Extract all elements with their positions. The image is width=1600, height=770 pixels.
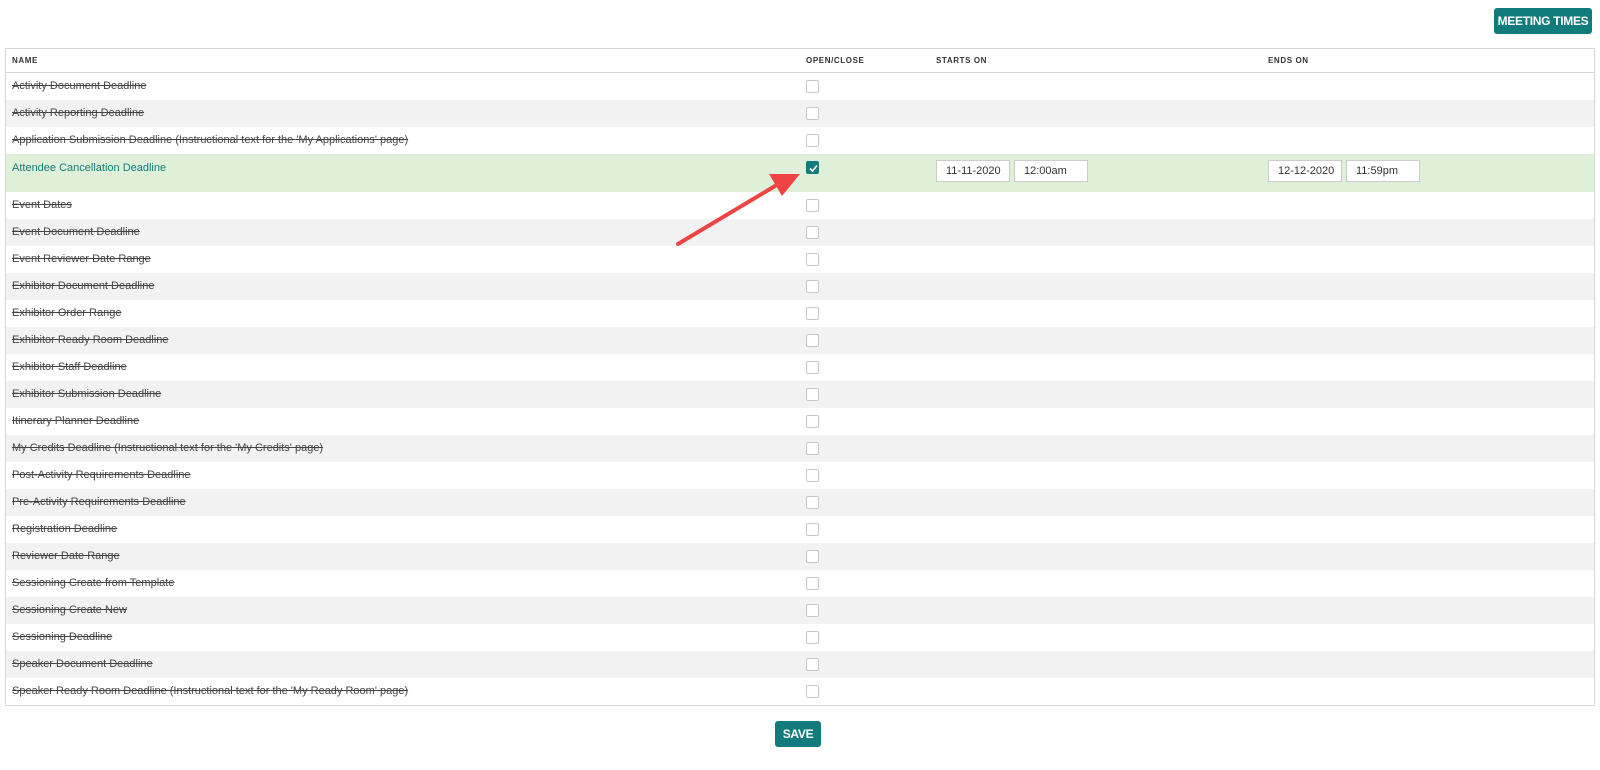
deadline-name: Speaker Ready Room Deadline (Instruction… [12, 685, 409, 697]
open-close-checkbox[interactable] [806, 685, 819, 698]
end-time-input[interactable]: 11:59pm [1346, 160, 1420, 182]
open-close-checkbox[interactable] [806, 658, 819, 671]
table-row: Sessioning Create New [6, 597, 1594, 624]
deadline-name: Exhibitor Staff Deadline [12, 361, 127, 373]
deadline-name: Sessioning Create from Template [12, 577, 175, 589]
column-header-starts-on: STARTS ON [936, 56, 988, 65]
table-row: Registration Deadline [6, 516, 1594, 543]
table-row: Application Submission Deadline (Instruc… [6, 127, 1594, 154]
column-header-name: NAME [12, 56, 38, 65]
deadline-name: Exhibitor Order Range [12, 307, 122, 319]
column-header-open-close: OPEN/CLOSE [806, 56, 865, 65]
open-close-checkbox[interactable] [806, 550, 819, 563]
deadline-name: Exhibitor Ready Room Deadline [12, 334, 169, 346]
deadline-name: Pre-Activity Requirements Deadline [12, 496, 186, 508]
deadline-name: Post-Activity Requirements Deadline [12, 469, 191, 481]
deadline-name: Speaker Document Deadline [12, 658, 153, 670]
open-close-checkbox[interactable] [806, 80, 819, 93]
deadlines-table: NAME OPEN/CLOSE STARTS ON ENDS ON Activi… [5, 48, 1595, 706]
table-row: Speaker Document Deadline [6, 651, 1594, 678]
start-time-input[interactable]: 12:00am [1014, 160, 1088, 182]
table-row: Event Reviewer Date Range [6, 246, 1594, 273]
open-close-checkbox[interactable] [806, 631, 819, 644]
deadline-name: Registration Deadline [12, 523, 118, 535]
deadline-name: Event Reviewer Date Range [12, 253, 151, 265]
deadline-name: Application Submission Deadline (Instruc… [12, 134, 409, 146]
deadline-name: Activity Reporting Deadline [12, 107, 145, 119]
table-row: My Credits Deadline (Instructional text … [6, 435, 1594, 462]
deadline-name: Sessioning Deadline [12, 631, 113, 643]
open-close-checkbox[interactable] [806, 107, 819, 120]
open-close-checkbox[interactable] [806, 577, 819, 590]
open-close-checkbox[interactable] [806, 134, 819, 147]
open-close-checkbox[interactable] [806, 307, 819, 320]
deadline-name: Event Document Deadline [12, 226, 140, 238]
open-close-checkbox[interactable] [806, 442, 819, 455]
open-close-checkbox[interactable] [806, 280, 819, 293]
table-row: Exhibitor Staff Deadline [6, 354, 1594, 381]
table-row: Pre-Activity Requirements Deadline [6, 489, 1594, 516]
open-close-checkbox[interactable] [806, 415, 819, 428]
annotation-arrow-icon [676, 174, 800, 246]
table-row: Activity Reporting Deadline [6, 100, 1594, 127]
deadline-name: Itinerary Planner Deadline [12, 415, 140, 427]
deadline-name: My Credits Deadline (Instructional text … [12, 442, 324, 454]
open-close-checkbox[interactable] [806, 523, 819, 536]
deadline-name: Activity Document Deadline [12, 80, 147, 92]
deadline-name: Event Dates [12, 199, 72, 211]
table-row: Speaker Ready Room Deadline (Instruction… [6, 678, 1594, 705]
table-row: Sessioning Create from Template [6, 570, 1594, 597]
table-row: Post-Activity Requirements Deadline [6, 462, 1594, 489]
open-close-checkbox[interactable] [806, 469, 819, 482]
open-close-checkbox[interactable] [806, 604, 819, 617]
table-row: Exhibitor Submission Deadline [6, 381, 1594, 408]
deadline-name: Exhibitor Document Deadline [12, 280, 155, 292]
table-row: Exhibitor Order Range [6, 300, 1594, 327]
table-row: Exhibitor Document Deadline [6, 273, 1594, 300]
save-button[interactable]: SAVE [775, 721, 821, 747]
deadline-name: Reviewer Date Range [12, 550, 120, 562]
start-date-input[interactable]: 11-11-2020 [936, 160, 1010, 182]
open-close-checkbox[interactable] [806, 388, 819, 401]
open-close-checkbox[interactable] [806, 334, 819, 347]
table-row: Exhibitor Ready Room Deadline [6, 327, 1594, 354]
table-body: Activity Document Deadline Activity Repor… [6, 73, 1594, 705]
deadline-name: Exhibitor Submission Deadline [12, 388, 162, 400]
end-date-input[interactable]: 12-12-2020 [1268, 160, 1342, 182]
table-row: Activity Document Deadline [6, 73, 1594, 100]
table-row: Sessioning Deadline [6, 624, 1594, 651]
table-header: NAME OPEN/CLOSE STARTS ON ENDS ON [6, 49, 1594, 73]
open-close-checkbox[interactable] [806, 361, 819, 374]
deadline-name: Sessioning Create New [12, 604, 127, 616]
table-row: Itinerary Planner Deadline [6, 408, 1594, 435]
column-header-ends-on: ENDS ON [1268, 56, 1309, 65]
meeting-times-button[interactable]: MEETING TIMES [1494, 8, 1592, 34]
table-row: Reviewer Date Range [6, 543, 1594, 570]
deadline-name: Attendee Cancellation Deadline [12, 162, 167, 174]
open-close-checkbox[interactable] [806, 253, 819, 266]
open-close-checkbox[interactable] [806, 496, 819, 509]
